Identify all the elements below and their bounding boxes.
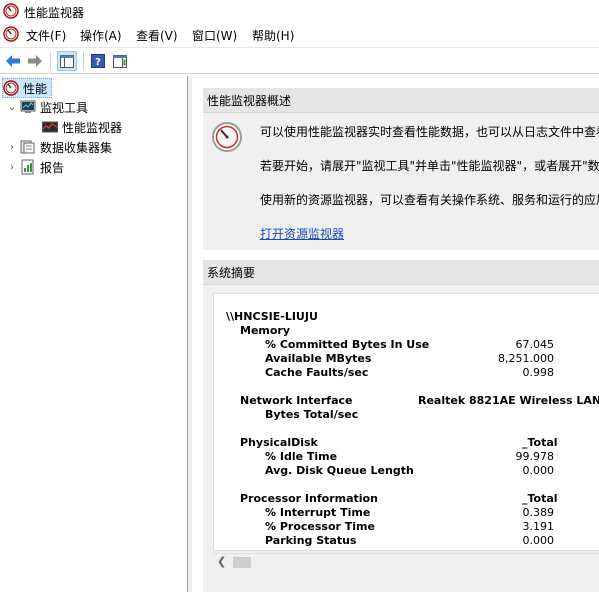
menu-bar: 文件(F) 操作(A) 查看(V) 窗口(W) 帮助(H) xyxy=(0,24,599,46)
memory-title: Memory xyxy=(240,324,291,337)
console-tree: 性能 ⌄ 监视工具 性能监视器 › 数据收集器集 › 报告 xyxy=(0,76,188,592)
tree-item-label: 数据收集器集 xyxy=(40,140,113,155)
chevron-down-icon[interactable]: ⌄ xyxy=(6,102,18,113)
tree-item-label: 报告 xyxy=(40,160,65,175)
forward-arrow-icon[interactable] xyxy=(25,51,45,71)
counter-label: Parking Status xyxy=(265,534,357,547)
tree-item-label: 性能 xyxy=(23,81,48,96)
host-name: \\HNCSIE-LIUJU xyxy=(226,310,318,323)
overview-text-3: 使用新的资源监视器，可以查看有关操作系统、服务和运行的应用 xyxy=(260,193,599,207)
chevron-right-icon[interactable]: › xyxy=(6,162,18,173)
back-arrow-icon[interactable] xyxy=(3,51,23,71)
overview-body: 可以使用性能监视器实时查看性能数据，也可以从日志文件中查看 若要开始，请展开"监… xyxy=(203,113,599,262)
tree-item-reports[interactable]: › 报告 xyxy=(6,157,64,177)
counter-value: 99.978 xyxy=(515,450,555,463)
tree-item-label: 监视工具 xyxy=(40,100,89,115)
summary-report: \\HNCSIE-LIUJU Memory % Committed Bytes … xyxy=(213,293,599,551)
tree-item-performance[interactable]: 性能 xyxy=(2,78,52,98)
processor-title: Processor Information xyxy=(240,492,378,505)
data-collector-sets-icon xyxy=(20,139,36,155)
help-icon[interactable]: ? xyxy=(88,51,108,71)
overview-text-2: 若要开始，请展开"监视工具"并单击"性能监视器"，或者展开"数据 xyxy=(260,159,599,173)
counter-label: % Idle Time xyxy=(265,450,338,463)
toolbar: ? xyxy=(0,47,599,73)
menu-help[interactable]: 帮助(H) xyxy=(252,27,294,44)
summary-header: 系统摘要 xyxy=(203,260,599,285)
counter-label: Avg. Disk Queue Length xyxy=(265,464,414,477)
scroll-left-icon[interactable]: ❮ xyxy=(217,555,226,568)
counter-label: % Committed Bytes In Use xyxy=(265,338,430,351)
toolbar-separator xyxy=(50,52,51,70)
tree-item-label: 性能监视器 xyxy=(62,120,123,135)
counter-value: 3.191 xyxy=(522,520,555,533)
show-hide-action-pane-icon[interactable] xyxy=(110,51,130,71)
menu-file[interactable]: 文件(F) xyxy=(26,27,66,44)
counter-value: 0.998 xyxy=(522,366,555,379)
overview-text-1: 可以使用性能监视器实时查看性能数据，也可以从日志文件中查看 xyxy=(260,125,599,139)
tree-item-data-collector-sets[interactable]: › 数据收集器集 xyxy=(6,137,112,157)
perfmon-icon xyxy=(211,121,243,156)
perfmon-icon xyxy=(3,3,19,22)
processor-instance: _Total xyxy=(522,492,558,505)
system-summary-panel: 系统摘要 \\HNCSIE-LIUJU Memory % Committed B… xyxy=(203,260,599,592)
perfmon-icon[interactable] xyxy=(3,26,19,45)
show-hide-tree-icon[interactable] xyxy=(57,51,77,71)
reports-icon xyxy=(20,159,36,175)
counter-label: Available MBytes xyxy=(265,352,372,365)
menu-action[interactable]: 操作(A) xyxy=(80,27,122,44)
menu-window[interactable]: 窗口(W) xyxy=(192,27,237,44)
divider xyxy=(0,73,599,74)
counter-value: 0.000 xyxy=(522,534,555,547)
overview-header: 性能监视器概述 xyxy=(203,88,599,113)
horizontal-scrollbar[interactable]: ❮ xyxy=(213,553,599,571)
disk-instance: _Total xyxy=(522,436,558,449)
counter-label: % Processor Time xyxy=(265,520,375,533)
counter-label: Cache Faults/sec xyxy=(265,366,369,379)
counter-value: 0.000 xyxy=(522,464,555,477)
open-resource-monitor-link[interactable]: 打开资源监视器 xyxy=(260,225,344,242)
menu-view[interactable]: 查看(V) xyxy=(136,27,178,44)
perfmon-icon xyxy=(3,80,19,96)
monitoring-tools-icon xyxy=(20,99,36,115)
counter-value: 0.389 xyxy=(522,506,555,519)
network-title: Network Interface xyxy=(240,394,353,407)
overview-panel: 性能监视器概述 可以使用性能监视器实时查看性能数据，也可以从日志文件中查看 若要… xyxy=(203,88,599,250)
network-instance: Realtek 8821AE Wireless LAN 802.1 xyxy=(418,394,599,407)
chevron-right-icon[interactable]: › xyxy=(6,142,18,153)
counter-label: % Interrupt Time xyxy=(265,506,371,519)
results-pane: 性能监视器概述 可以使用性能监视器实时查看性能数据，也可以从日志文件中查看 若要… xyxy=(192,76,599,592)
counter-value: 67.045 xyxy=(515,338,555,351)
scrollbar-thumb[interactable] xyxy=(233,557,251,568)
toolbar-separator xyxy=(83,52,84,70)
performance-monitor-icon xyxy=(42,119,58,135)
svg-text:?: ? xyxy=(95,57,101,68)
tree-item-performance-monitor[interactable]: 性能监视器 xyxy=(42,117,122,137)
counter-label: Bytes Total/sec xyxy=(265,408,359,421)
disk-title: PhysicalDisk xyxy=(240,436,318,449)
tree-item-monitoring-tools[interactable]: ⌄ 监视工具 xyxy=(6,97,88,117)
counter-value: 8,251.000 xyxy=(498,352,554,365)
window-title: 性能监视器 xyxy=(24,6,85,20)
title-bar: 性能监视器 xyxy=(0,0,599,24)
